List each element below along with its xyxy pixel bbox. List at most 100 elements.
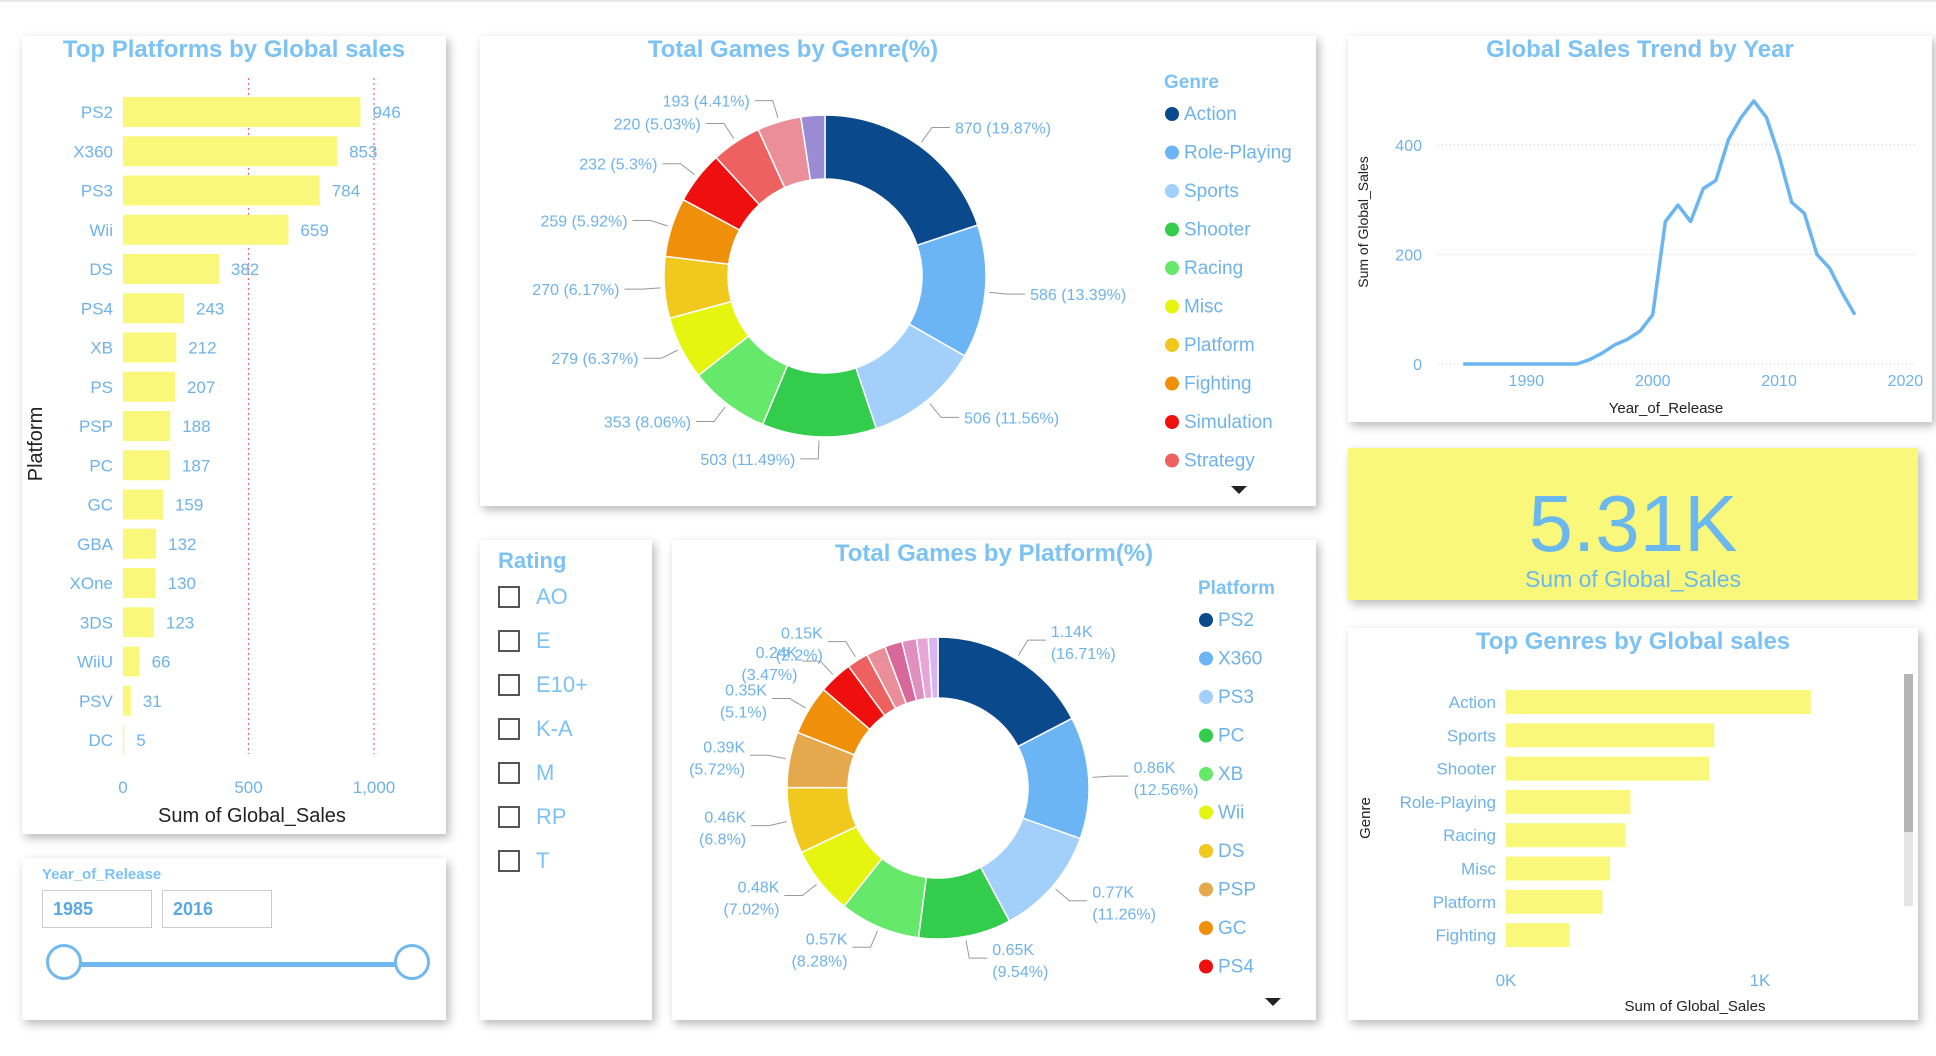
platform-donut-card[interactable]: Total Games by Platform(%) 1.14K (16.71%)…	[672, 540, 1316, 1020]
legend-item[interactable]: Shooter	[1184, 220, 1251, 241]
bar[interactable]	[123, 568, 156, 598]
year-end-input[interactable]: 2016	[162, 890, 272, 928]
legend-item[interactable]: DS	[1218, 841, 1244, 862]
bar[interactable]	[123, 293, 184, 324]
genres-bar-chart[interactable]: Action Sports Shooter Role-Playing Racing Mis…	[1348, 628, 1918, 1020]
rating-checkbox[interactable]	[498, 674, 520, 696]
category-label: Sports	[1447, 726, 1496, 745]
leader-line	[705, 123, 735, 139]
legend-item[interactable]: PC	[1218, 726, 1244, 747]
kpi-card[interactable]: 5.31K Sum of Global_Sales	[1348, 448, 1918, 600]
year-start-input[interactable]: 1985	[42, 890, 152, 928]
year-slicer-card[interactable]: Year_of_Release 1985 2016	[22, 858, 446, 1020]
category-label: XOne	[70, 574, 113, 593]
legend-marker	[1199, 651, 1213, 666]
slice-percent-label: (8.28%)	[792, 953, 848, 970]
bar[interactable]	[1506, 756, 1710, 781]
legend-marker	[1165, 145, 1179, 160]
genres-card[interactable]: Top Genres by Global sales Action Sports S…	[1348, 628, 1918, 1020]
platforms-card[interactable]: Top Platforms by Global sales PS2 946 X360…	[22, 36, 446, 834]
genre-donut-chart[interactable]: 870 (19.87%) 586 (13.39%) 506 (11.56%) 503 …	[480, 36, 1316, 506]
leader-line	[632, 220, 668, 227]
bar[interactable]	[123, 725, 125, 755]
legend-item[interactable]: Simulation	[1184, 412, 1273, 433]
category-label: Shooter	[1436, 760, 1496, 779]
legend-marker	[1165, 415, 1179, 429]
slice-value-label: 0.65K	[992, 942, 1034, 959]
leader-line	[1092, 775, 1129, 778]
legend-item[interactable]: Platform	[1184, 335, 1255, 356]
rating-checkbox[interactable]	[498, 762, 520, 784]
legend-item[interactable]: PS3	[1218, 687, 1254, 708]
legend-item[interactable]: Action	[1184, 104, 1237, 125]
bar[interactable]	[1506, 690, 1811, 714]
rating-slicer-card[interactable]: Rating AO E E10+ K-A M RP T	[480, 540, 652, 1020]
slice-percent-label: (9.54%)	[992, 964, 1048, 981]
category-label: PS2	[81, 103, 113, 122]
legend-item[interactable]: X360	[1218, 649, 1262, 670]
bar-value-label: 130	[168, 574, 196, 593]
genre-donut-card[interactable]: Total Games by Genre(%) 870 (19.87%) 586 …	[480, 36, 1316, 506]
legend-item[interactable]: PS4	[1218, 957, 1254, 978]
bar[interactable]	[1506, 789, 1631, 814]
legend-item[interactable]: Strategy	[1184, 451, 1255, 472]
legend-item[interactable]: Wii	[1218, 803, 1244, 824]
bar[interactable]	[123, 214, 289, 245]
trend-line-chart[interactable]: 0 200 400 1990 2000 2010 2020 Year_of_Release Su…	[1348, 36, 1932, 422]
legend-item[interactable]: PSP	[1218, 880, 1256, 901]
bar[interactable]	[123, 607, 154, 638]
x-tick-label: 500	[234, 778, 262, 797]
bar[interactable]	[1506, 723, 1715, 748]
bar[interactable]	[123, 528, 157, 559]
platforms-bar-chart[interactable]: PS2 946 X360 853 PS3 784 Wii 659 DS 382 PS4 243 XB 21…	[22, 36, 446, 834]
year-slider-end-handle[interactable]	[394, 944, 430, 980]
leader-line	[771, 698, 806, 709]
slice-percent-label: (5.1%)	[720, 705, 767, 722]
genres-scroll-thumb[interactable]	[1904, 674, 1913, 832]
bar[interactable]	[1506, 923, 1570, 948]
rating-checkbox[interactable]	[498, 718, 520, 740]
trend-line[interactable]	[1463, 99, 1857, 366]
leader-line	[662, 163, 696, 176]
bar[interactable]	[123, 332, 177, 363]
triangle-down-icon[interactable]	[1265, 998, 1281, 1006]
bar[interactable]	[123, 175, 320, 206]
bar[interactable]	[1506, 823, 1626, 848]
year-slider-start-handle[interactable]	[46, 944, 82, 980]
legend-item[interactable]: XB	[1218, 764, 1243, 785]
legend-marker	[1165, 222, 1179, 237]
slice-value-label: 0.86K	[1134, 760, 1176, 777]
x-tick-label: 1990	[1509, 373, 1545, 390]
bar[interactable]	[123, 136, 338, 167]
bar[interactable]	[123, 97, 361, 127]
bar[interactable]	[123, 411, 171, 441]
bar[interactable]	[123, 450, 170, 481]
year-slider-track[interactable]	[66, 962, 406, 967]
bar-value-label: 132	[168, 535, 196, 554]
rating-checkbox[interactable]	[498, 850, 520, 872]
top-divider	[0, 0, 1936, 2]
bar[interactable]	[1506, 856, 1611, 881]
legend-item[interactable]: Fighting	[1184, 374, 1252, 395]
bar[interactable]	[123, 371, 175, 402]
rating-checkbox[interactable]	[498, 586, 520, 608]
bar[interactable]	[123, 254, 219, 284]
platform-donut-chart[interactable]: 1.14K (16.71%) 0.86K (12.56%) 0.77K (11.26%) 0…	[672, 540, 1316, 1020]
legend-item[interactable]: Sports	[1184, 181, 1239, 202]
slice-percent-label: (7.02%)	[723, 901, 779, 918]
legend-item[interactable]: Role-Playing	[1184, 143, 1292, 164]
category-label: PS	[90, 378, 113, 397]
rating-checkbox[interactable]	[498, 806, 520, 828]
bar[interactable]	[123, 685, 131, 716]
trend-card[interactable]: Global Sales Trend by Year 0 200 400 1990 20…	[1348, 36, 1932, 422]
legend-item[interactable]: GC	[1218, 918, 1247, 939]
bar[interactable]	[1506, 889, 1603, 914]
legend-item[interactable]: Racing	[1184, 258, 1243, 279]
legend-item[interactable]: PS2	[1218, 610, 1254, 631]
bar[interactable]	[123, 646, 140, 677]
bar[interactable]	[123, 489, 163, 520]
leader-line	[965, 940, 988, 959]
legend-item[interactable]: Misc	[1184, 297, 1223, 318]
triangle-down-icon[interactable]	[1231, 486, 1247, 494]
rating-checkbox[interactable]	[498, 630, 520, 652]
